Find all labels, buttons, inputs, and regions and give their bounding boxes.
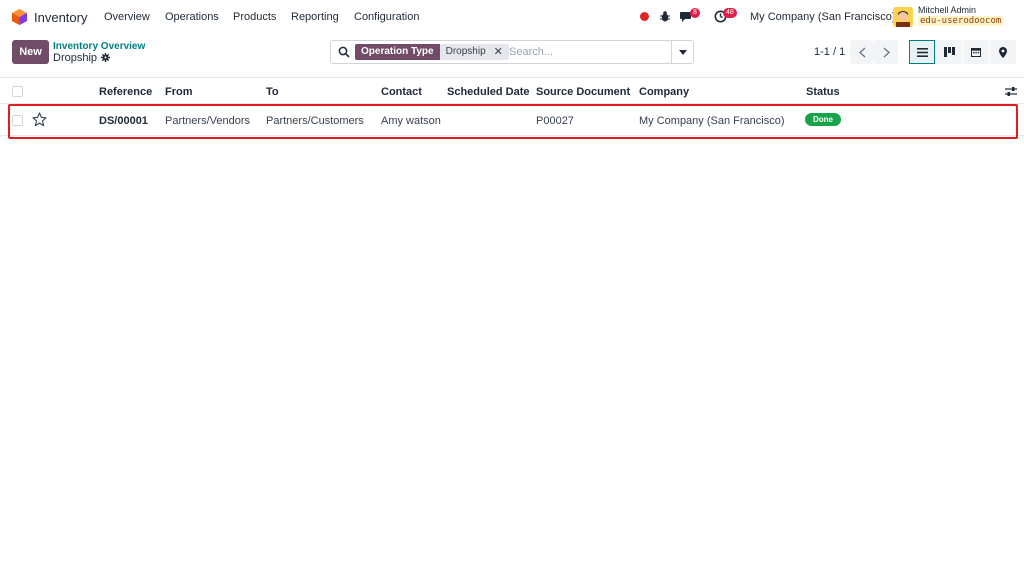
- recording-dot-icon[interactable]: [640, 12, 649, 21]
- user-avatar[interactable]: [893, 7, 913, 27]
- cell-to: Partners/Customers: [266, 115, 364, 127]
- chat-badge: 8: [690, 8, 700, 18]
- menu-reporting[interactable]: Reporting: [291, 11, 339, 23]
- pager-next-button[interactable]: [874, 40, 898, 64]
- star-icon[interactable]: [32, 112, 47, 127]
- cell-from: Partners/Vendors: [165, 115, 250, 127]
- search-facet-operation-type: Operation Type Dropship ✕: [355, 44, 509, 60]
- calendar-view-button[interactable]: [963, 40, 989, 64]
- column-source-document[interactable]: Source Document: [536, 86, 630, 98]
- inventory-app-icon[interactable]: [12, 9, 27, 25]
- gear-icon[interactable]: [101, 53, 110, 62]
- facet-label: Operation Type: [355, 44, 440, 60]
- menu-operations[interactable]: Operations: [165, 11, 219, 23]
- caret-down-icon: [678, 49, 687, 55]
- company-switcher[interactable]: My Company (San Francisco): [750, 11, 896, 23]
- column-company[interactable]: Company: [639, 86, 689, 98]
- row-select-checkbox[interactable]: [12, 115, 23, 126]
- facet-remove-close-icon[interactable]: ✕: [494, 44, 503, 60]
- menu-products[interactable]: Products: [233, 11, 276, 23]
- facet-value: Dropship ✕: [439, 44, 509, 60]
- column-from[interactable]: From: [165, 86, 193, 98]
- cell-contact: Amy watson: [381, 115, 441, 127]
- new-button[interactable]: New: [12, 40, 49, 64]
- search-icon[interactable]: [338, 46, 350, 58]
- activity-badge: 48: [723, 8, 737, 18]
- menu-overview[interactable]: Overview: [104, 11, 150, 23]
- avatar-face-icon: [893, 7, 913, 27]
- column-contact[interactable]: Contact: [381, 86, 422, 98]
- search-options-toggle[interactable]: [671, 41, 693, 63]
- pager-previous-button[interactable]: [850, 40, 874, 64]
- table-row[interactable]: DS/00001 Partners/Vendors Partners/Custo…: [0, 104, 1024, 136]
- column-status[interactable]: Status: [806, 86, 840, 98]
- column-scheduled-date[interactable]: Scheduled Date: [447, 86, 530, 98]
- cell-source-document: P00027: [536, 115, 574, 127]
- cell-company: My Company (San Francisco): [639, 115, 785, 127]
- kanban-view-button[interactable]: [936, 40, 962, 64]
- list-icon: [916, 47, 928, 57]
- table-header: Reference From To Contact Scheduled Date…: [0, 78, 1024, 104]
- search-bar: Operation Type Dropship ✕: [330, 40, 694, 64]
- menu-configuration[interactable]: Configuration: [354, 11, 419, 23]
- app-name[interactable]: Inventory: [34, 10, 87, 25]
- map-view-button[interactable]: [990, 40, 1016, 64]
- kanban-icon: [943, 47, 955, 57]
- chevron-left-icon: [858, 47, 865, 57]
- chevron-right-icon: [883, 47, 890, 57]
- breadcrumb-inventory-overview[interactable]: Inventory Overview: [53, 41, 145, 52]
- select-all-checkbox[interactable]: [12, 86, 23, 97]
- map-pin-icon: [999, 46, 1007, 58]
- facet-value-text: Dropship: [445, 46, 486, 57]
- cell-reference: DS/00001: [99, 115, 148, 127]
- status-badge: Done: [805, 113, 841, 126]
- database-name: edu-userodoocom: [918, 16, 1004, 26]
- calendar-icon: [971, 48, 981, 57]
- breadcrumb-current: Dropship: [53, 52, 98, 64]
- user-name[interactable]: Mitchell Admin: [918, 5, 976, 15]
- list-view-button[interactable]: [909, 40, 935, 64]
- column-reference[interactable]: Reference: [99, 86, 152, 98]
- pager-value[interactable]: 1-1 / 1: [814, 46, 845, 58]
- optional-columns-sliders-icon[interactable]: [1005, 86, 1017, 97]
- bug-icon[interactable]: [659, 10, 671, 23]
- column-to[interactable]: To: [266, 86, 279, 98]
- top-navbar: Inventory Overview Operations Products R…: [0, 0, 1024, 34]
- search-input[interactable]: [509, 44, 671, 60]
